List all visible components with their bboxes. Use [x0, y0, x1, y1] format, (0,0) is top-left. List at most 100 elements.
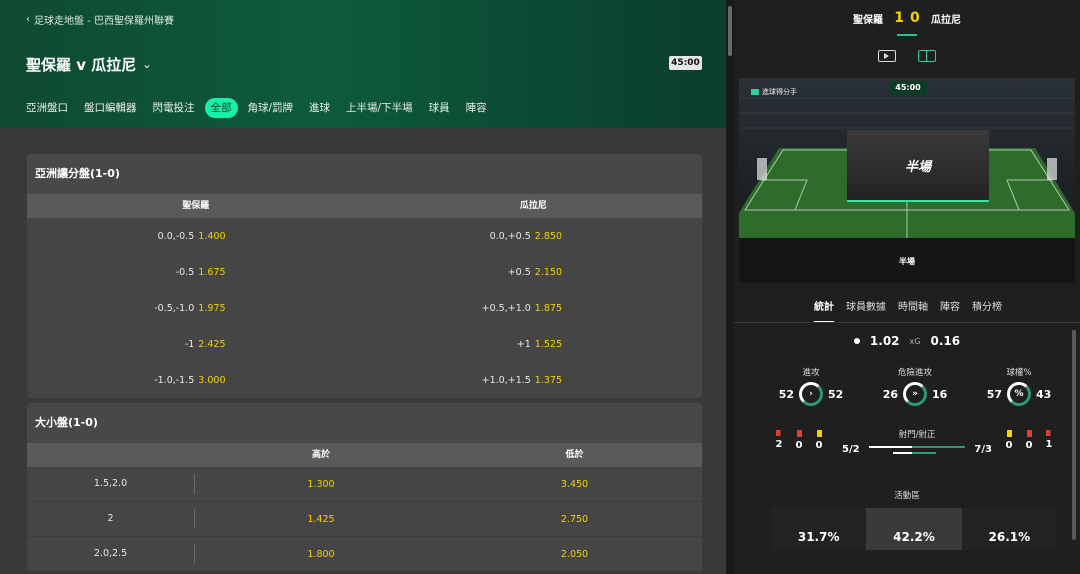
- home-selection[interactable]: -1.0,-1.5 3.000: [27, 375, 364, 386]
- double-chevron-icon: »: [903, 382, 927, 406]
- gauge-attacks: 進攻 52 › 52: [766, 366, 856, 406]
- xg-home: 1.02: [869, 334, 900, 348]
- score: 10: [894, 10, 926, 26]
- over-under-card: 大小盤(1-0) 高於 低於 1.5,2.0 1.300 3.450 2 1.42…: [27, 403, 702, 572]
- match-clock: 45:00: [669, 56, 702, 70]
- table-row: 2.0,2.5 1.800 2.050: [27, 537, 702, 572]
- line-value: 1.5,2.0: [27, 474, 195, 494]
- gauge-possession: 球權% 57% 43: [974, 366, 1064, 406]
- table-row: 0.0,-0.5 1.400 0.0,+0.5 2.850: [27, 218, 702, 254]
- tab-all[interactable]: 全部: [204, 98, 238, 118]
- tab-half[interactable]: 上半場/下半場: [346, 98, 413, 118]
- halftime-caption: 半場: [899, 257, 915, 266]
- play-icon[interactable]: [878, 50, 896, 62]
- breadcrumb-text: 足球走地盤 - 巴西聖保羅州聯賽: [34, 16, 174, 27]
- corner-flag-icon: [775, 430, 783, 436]
- corner-flag-icon: [1045, 430, 1053, 436]
- table-row: -0.5,-1.0 1.975 +0.5,+1.0 1.875: [27, 290, 702, 326]
- app: ‹ 足球走地盤 - 巴西聖保羅州聯賽 聖保羅 v 瓜拉尼 ⌄ 45:00 亞洲盤…: [0, 0, 1080, 574]
- tab-quick-bet[interactable]: 閃電投注: [153, 98, 195, 118]
- home-selection[interactable]: -0.5,-1.0 1.975: [27, 303, 364, 314]
- table-row: -1 2.425 +1 1.525: [27, 326, 702, 362]
- away-selection[interactable]: 0.0,+0.5 2.850: [364, 231, 703, 242]
- zone-home: 31.7%: [771, 508, 867, 550]
- red-card-icon: [796, 430, 802, 437]
- column-headers: 聖保羅 瓜拉尼: [27, 194, 702, 218]
- chevron-down-icon: ⌄: [142, 58, 152, 71]
- match-header: ‹ 足球走地盤 - 巴西聖保羅州聯賽 聖保羅 v 瓜拉尼 ⌄ 45:00 亞洲盤…: [0, 0, 726, 128]
- away-selection[interactable]: +0.5 2.150: [364, 267, 703, 278]
- home-cards: 2 0 0: [774, 430, 824, 451]
- tab-timeline[interactable]: 時間軸: [898, 298, 928, 323]
- under-selection[interactable]: 2.050: [447, 549, 702, 560]
- away-cards: 0 0 1: [1004, 430, 1054, 451]
- shots-away: 7/3: [974, 444, 992, 455]
- column-away: 瓜拉尼: [519, 201, 547, 211]
- tab-asian-lines[interactable]: 亞洲盤口: [26, 98, 68, 118]
- stats-scrollbar[interactable]: [1072, 330, 1076, 540]
- chevron-right-icon: ›: [799, 382, 823, 406]
- media-toggle: [734, 50, 1080, 62]
- scrollbar[interactable]: [726, 0, 734, 574]
- stadium-clock: 45:00: [889, 81, 927, 95]
- tab-bet-builder[interactable]: 盤口編輯器: [84, 98, 137, 118]
- zone-away: 26.1%: [961, 508, 1057, 550]
- match-tracker-pane: 聖保羅 10 瓜拉尼 進球得分手 45:00 半場 半場 統計 球員數據 時間軸…: [734, 0, 1080, 574]
- tab-standings[interactable]: 積分榜: [972, 298, 1002, 323]
- red-card-icon: [1026, 430, 1032, 437]
- table-row: 2 1.425 2.750: [27, 502, 702, 537]
- percent-icon: %: [1007, 382, 1031, 406]
- card-title[interactable]: 大小盤(1-0): [27, 403, 702, 443]
- halftime-overlay: 半場: [847, 130, 989, 202]
- over-selection[interactable]: 1.425: [195, 514, 447, 525]
- tab-player-stats[interactable]: 球員數據: [846, 298, 886, 323]
- away-selection[interactable]: +1.0,+1.5 1.375: [364, 375, 703, 386]
- zone-middle: 42.2%: [866, 508, 962, 550]
- tab-corners-cards[interactable]: 角球/罰牌: [248, 98, 294, 118]
- score-underline: [897, 34, 917, 36]
- home-selection[interactable]: -0.5 1.675: [27, 267, 364, 278]
- flag-icon: [751, 89, 759, 95]
- shots-bar: 射門/射正 5/2 7/3: [842, 428, 992, 455]
- tab-players[interactable]: 球員: [429, 98, 450, 118]
- tab-lineup[interactable]: 陣容: [940, 298, 960, 323]
- asian-handicap-card: 亞洲讓分盤(1-0) 聖保羅 瓜拉尼 0.0,-0.5 1.400 0.0,+0…: [27, 154, 702, 398]
- shots-home: 5/2: [842, 444, 860, 455]
- table-row: -1.0,-1.5 3.000 +1.0,+1.5 1.375: [27, 362, 702, 398]
- stats-tabs: 統計 球員數據 時間軸 陣容 積分榜: [814, 298, 1002, 323]
- column-headers: 高於 低於: [27, 443, 702, 467]
- home-selection[interactable]: 0.0,-0.5 1.400: [27, 231, 364, 242]
- breadcrumb[interactable]: ‹ 足球走地盤 - 巴西聖保羅州聯賽: [26, 12, 174, 27]
- away-selection[interactable]: +1 1.525: [364, 339, 703, 350]
- under-selection[interactable]: 3.450: [447, 479, 702, 490]
- ball-icon: [853, 338, 860, 344]
- activity-label: 活動區: [894, 491, 920, 501]
- card-title[interactable]: 亞洲讓分盤(1-0): [27, 154, 702, 194]
- xg-row: 1.02 xG 0.16: [734, 334, 1080, 348]
- scoreboard: 聖保羅 10 瓜拉尼: [734, 0, 1080, 36]
- match-title-text: 聖保羅 v 瓜拉尼: [26, 56, 137, 74]
- match-visualization: 進球得分手 45:00 半場 半場: [739, 78, 1075, 283]
- shots-label: 射門/射正: [898, 430, 936, 440]
- over-selection[interactable]: 1.300: [195, 479, 447, 490]
- scrollbar-thumb[interactable]: [728, 6, 732, 56]
- away-team: 瓜拉尼: [931, 14, 961, 26]
- tab-goals[interactable]: 進球: [309, 98, 330, 118]
- tab-stats[interactable]: 統計: [814, 298, 834, 323]
- yellow-card-icon: [1006, 430, 1012, 437]
- table-row: 1.5,2.0 1.300 3.450: [27, 467, 702, 502]
- away-selection[interactable]: +0.5,+1.0 1.875: [364, 303, 703, 314]
- home-selection[interactable]: -1 2.425: [27, 339, 364, 350]
- goal-scorer-label[interactable]: 進球得分手: [751, 87, 797, 97]
- column-over: 高於: [311, 450, 330, 460]
- over-selection[interactable]: 1.800: [195, 549, 447, 560]
- under-selection[interactable]: 2.750: [447, 514, 702, 525]
- table-row: -0.5 1.675 +0.5 2.150: [27, 254, 702, 290]
- market-tabs: 亞洲盤口 盤口編輯器 閃電投注 全部 角球/罰牌 進球 上半場/下半場 球員 陣…: [26, 98, 503, 118]
- match-title[interactable]: 聖保羅 v 瓜拉尼 ⌄: [26, 54, 151, 75]
- pitch-icon[interactable]: [918, 50, 936, 62]
- market-pane: ‹ 足球走地盤 - 巴西聖保羅州聯賽 聖保羅 v 瓜拉尼 ⌄ 45:00 亞洲盤…: [0, 0, 726, 574]
- column-home: 聖保羅: [182, 201, 210, 211]
- column-under: 低於: [565, 450, 584, 460]
- tab-lineups[interactable]: 陣容: [466, 98, 487, 118]
